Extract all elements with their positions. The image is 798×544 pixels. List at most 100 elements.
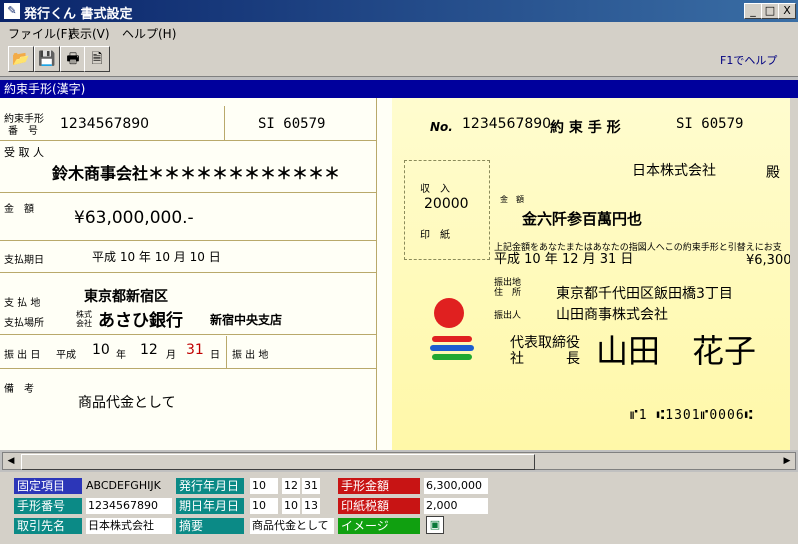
fixed-items-label[interactable]: 固定項目 <box>14 478 82 494</box>
stub-bank: あさひ銀行 <box>98 311 183 331</box>
promissory-note <box>392 98 790 450</box>
logo-stripe <box>432 336 472 342</box>
stub-pay-place: 東京都新宿区 <box>84 289 168 305</box>
bank-label: 支払場所 <box>4 318 44 329</box>
check-amount: 金六阡参百萬円也 <box>522 210 643 228</box>
open-folder-icon[interactable]: 📂 <box>8 46 34 72</box>
issue-place-label: 振 出 地 <box>232 350 269 361</box>
day-unit: 日 <box>210 350 220 361</box>
partner-input[interactable]: 日本株式会社 <box>86 518 172 534</box>
save-icon[interactable]: 💾 <box>34 46 60 72</box>
issue-date-year[interactable]: 10 <box>250 478 278 494</box>
partner-label: 取引先名 <box>14 518 82 534</box>
stub-code: SI 60579 <box>258 116 326 132</box>
issue-month: 12 <box>140 342 158 358</box>
image-picker-icon[interactable]: ▣ <box>426 516 444 534</box>
year-unit: 年 <box>116 350 126 361</box>
payee-label: 受 取 人 <box>4 146 44 159</box>
minimize-button[interactable]: _ <box>744 3 762 19</box>
stub-edge <box>376 98 377 450</box>
amount-label: 金 額 <box>4 204 34 215</box>
app-icon: ✎ <box>4 3 20 19</box>
issue-year: 10 <box>92 342 110 358</box>
due-date-day[interactable]: 13 <box>302 498 320 514</box>
note-no-input[interactable]: 1234567890 <box>86 498 172 514</box>
note-amount-input[interactable]: 6,300,000 <box>424 478 488 494</box>
issue-era: 平成 <box>56 350 76 361</box>
stamp-tax-label: 印紙税額 <box>338 498 420 514</box>
image-label: イメージ <box>338 518 420 534</box>
menu-help[interactable]: ヘルプ(H) <box>122 25 176 42</box>
stub-divider <box>0 334 376 335</box>
issuer-label: 振出人 <box>494 311 522 321</box>
issue-date-label: 発行年月日 <box>176 478 244 494</box>
stamp-value: 20000 <box>424 196 469 212</box>
stamp-label-bottom: 印 紙 <box>420 230 450 241</box>
rep-name: 山田 花子 <box>596 332 757 370</box>
issue-date-label: 振 出 日 <box>4 350 41 361</box>
note-no-label: 番 号 <box>8 126 38 137</box>
stub-remark: 商品代金として <box>78 395 176 411</box>
stub-amount: ¥63,000,000.- <box>74 208 194 228</box>
bank-kabushiki: 株式会社 <box>76 310 92 328</box>
logo-stripe <box>430 345 474 351</box>
check-due-date: 平成 10 年 12 月 31 日 <box>494 252 634 267</box>
title-bar: ✎ 発行くん 書式設定 _ □ X <box>0 0 798 22</box>
remark-label: 備 考 <box>4 384 34 395</box>
stub-divider <box>0 192 376 193</box>
month-unit: 月 <box>166 350 176 361</box>
menu-view[interactable]: 表示(V) <box>68 25 110 42</box>
stub-divider <box>226 336 227 368</box>
stub-note-no: 1234567890 <box>60 116 150 132</box>
window-title: 発行くん 書式設定 <box>24 7 133 22</box>
scroll-left-icon[interactable]: ◀ <box>3 453 19 469</box>
scroll-right-icon[interactable]: ▶ <box>779 453 795 469</box>
due-label: 支払期日 <box>4 255 44 266</box>
honorific: 殿 <box>766 165 780 181</box>
document-canvas[interactable]: 約束手形 番 号 1234567890 SI 60579 受 取 人 鈴木商事会… <box>0 98 790 450</box>
stub-divider <box>0 140 376 141</box>
due-date-label: 期日年月日 <box>176 498 244 514</box>
note-no-label: 手形番号 <box>14 498 82 514</box>
check-note-no: 1234567890 <box>462 116 552 132</box>
menu-file[interactable]: ファイル(F) <box>8 25 72 42</box>
issue-day: 31 <box>186 342 204 358</box>
stamp-label-top: 収 入 <box>420 184 450 195</box>
toolbar: 📂 💾 🖶 🗎 F1でヘルプ <box>0 42 798 77</box>
check-no-label: No. <box>430 120 453 134</box>
stub-divider <box>0 368 376 369</box>
vertical-scrollbar[interactable] <box>790 98 798 450</box>
check-code: SI 60579 <box>676 116 744 132</box>
stub-divider <box>0 240 376 241</box>
pay-place-label: 支 払 地 <box>4 298 41 309</box>
print-icon[interactable]: 🖶 <box>60 46 86 72</box>
bank-logo-icon <box>434 298 464 328</box>
issue-place-label: 振出地 住 所 <box>494 278 522 298</box>
stub-divider <box>0 272 376 273</box>
check-due-amount: ¥6,300 <box>746 253 790 268</box>
scroll-thumb[interactable] <box>21 454 535 470</box>
close-button[interactable]: X <box>778 3 796 19</box>
stub-payee: 鈴木商事会社＊＊＊＊＊＊＊＊＊＊＊＊ <box>52 164 341 183</box>
menu-bar: ファイル(F) 表示(V) ヘルプ(H) <box>0 22 798 42</box>
stub-due-date: 平成 10 年 10 月 10 日 <box>92 250 221 264</box>
summary-label: 摘要 <box>176 518 244 534</box>
document-title: 約束手形(漢字) <box>0 80 798 98</box>
print-preview-icon[interactable]: 🗎 <box>84 46 110 72</box>
stamp-tax-input[interactable]: 2,000 <box>424 498 488 514</box>
due-date-month[interactable]: 10 <box>282 498 300 514</box>
check-issuer: 山田商事株式会社 <box>556 307 668 323</box>
help-hint: F1でヘルプ <box>720 54 778 67</box>
note-amount-label: 手形金額 <box>338 478 420 494</box>
issue-date-month[interactable]: 12 <box>282 478 300 494</box>
check-amount-label: 金 額 <box>500 195 524 204</box>
check-title: 約 束 手 形 <box>550 120 621 136</box>
issue-date-day[interactable]: 31 <box>302 478 320 494</box>
summary-input[interactable]: 商品代金として <box>250 518 334 534</box>
fixed-items-value: ABCDEFGHIJK <box>86 479 161 492</box>
due-date-year[interactable]: 10 <box>250 498 278 514</box>
rep-title: 社 長 <box>510 351 580 367</box>
check-issue-place: 東京都千代田区飯田橋3丁目 <box>556 286 733 302</box>
maximize-button[interactable]: □ <box>761 3 779 19</box>
horizontal-scrollbar[interactable]: ◀ ▶ <box>2 452 796 470</box>
